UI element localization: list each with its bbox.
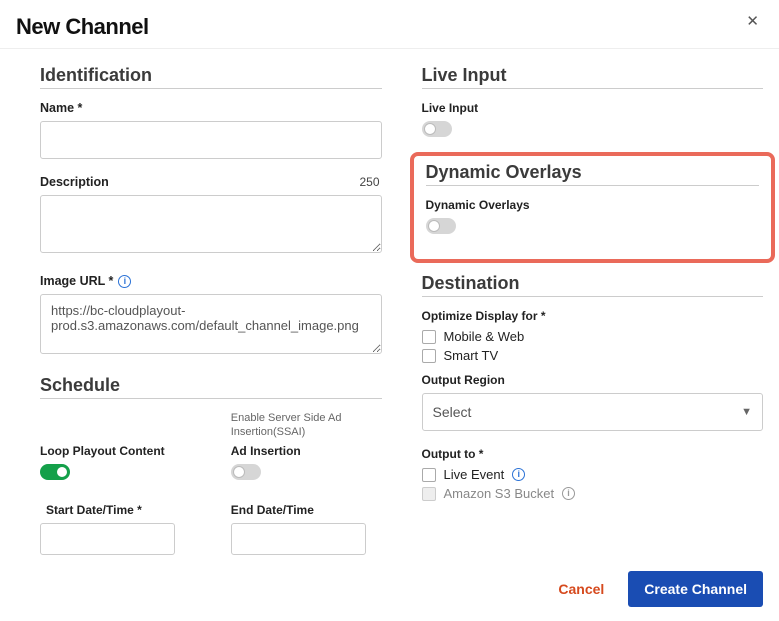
section-dynamic-overlays: Dynamic Overlays bbox=[426, 162, 760, 183]
image-url-textarea[interactable]: https://bc-cloudplayout-prod.s3.amazonaw… bbox=[40, 294, 382, 354]
loop-label: Loop Playout Content bbox=[40, 444, 191, 458]
output-region-select[interactable]: Select ▼ bbox=[422, 393, 764, 431]
chevron-down-icon: ▼ bbox=[741, 406, 752, 418]
image-url-label: Image URL * i bbox=[40, 274, 382, 288]
info-icon[interactable]: i bbox=[118, 275, 131, 288]
dynamic-overlays-label: Dynamic Overlays bbox=[426, 198, 760, 212]
ad-insertion-label: Ad Insertion bbox=[231, 444, 382, 458]
description-textarea[interactable] bbox=[40, 195, 382, 253]
live-input-toggle[interactable] bbox=[422, 121, 452, 137]
section-identification: Identification bbox=[40, 65, 382, 86]
divider bbox=[422, 88, 764, 89]
start-date-label: Start Date/Time * bbox=[40, 503, 191, 517]
output-s3-row: Amazon S3 Bucket i bbox=[422, 486, 764, 501]
optimize-smarttv-row[interactable]: Smart TV bbox=[422, 348, 764, 363]
output-region-label: Output Region bbox=[422, 373, 764, 387]
output-live-event-row[interactable]: Live Event i bbox=[422, 467, 764, 482]
checkbox-icon[interactable] bbox=[422, 330, 436, 344]
description-char-count: 250 bbox=[359, 175, 379, 189]
modal-title: New Channel bbox=[16, 14, 149, 40]
checkbox-icon[interactable] bbox=[422, 349, 436, 363]
ad-insertion-toggle[interactable] bbox=[231, 464, 261, 480]
name-input[interactable] bbox=[40, 121, 382, 159]
name-label: Name * bbox=[40, 101, 382, 115]
divider bbox=[40, 398, 382, 399]
optimize-smarttv-label: Smart TV bbox=[444, 348, 499, 363]
section-destination: Destination bbox=[422, 273, 764, 294]
output-region-value: Select bbox=[433, 404, 472, 420]
divider bbox=[40, 88, 382, 89]
checkbox-icon bbox=[422, 487, 436, 501]
divider bbox=[422, 296, 764, 297]
end-date-input[interactable] bbox=[231, 523, 366, 555]
dynamic-overlays-toggle[interactable] bbox=[426, 218, 456, 234]
output-to-label: Output to * bbox=[422, 447, 764, 461]
image-url-label-text: Image URL * bbox=[40, 274, 113, 288]
section-live-input: Live Input bbox=[422, 65, 764, 86]
end-date-label: End Date/Time bbox=[231, 503, 382, 517]
optimize-label: Optimize Display for * bbox=[422, 309, 764, 323]
cancel-button[interactable]: Cancel bbox=[546, 573, 616, 605]
info-icon[interactable]: i bbox=[562, 487, 575, 500]
output-s3-label: Amazon S3 Bucket bbox=[444, 486, 555, 501]
optimize-mobile-row[interactable]: Mobile & Web bbox=[422, 329, 764, 344]
info-icon[interactable]: i bbox=[512, 468, 525, 481]
dynamic-overlays-highlight: Dynamic Overlays Dynamic Overlays bbox=[410, 152, 776, 263]
divider bbox=[426, 185, 760, 186]
create-channel-button[interactable]: Create Channel bbox=[628, 571, 763, 607]
checkbox-icon[interactable] bbox=[422, 468, 436, 482]
close-icon[interactable]: ✕ bbox=[742, 14, 763, 29]
section-schedule: Schedule bbox=[40, 375, 382, 396]
start-date-input[interactable] bbox=[40, 523, 175, 555]
description-label: Description bbox=[40, 175, 382, 189]
output-live-event-label: Live Event bbox=[444, 467, 505, 482]
live-input-label: Live Input bbox=[422, 101, 764, 115]
ssai-subtext: Enable Server Side Ad Insertion(SSAI) bbox=[231, 411, 382, 440]
loop-toggle[interactable] bbox=[40, 464, 70, 480]
optimize-mobile-label: Mobile & Web bbox=[444, 329, 525, 344]
